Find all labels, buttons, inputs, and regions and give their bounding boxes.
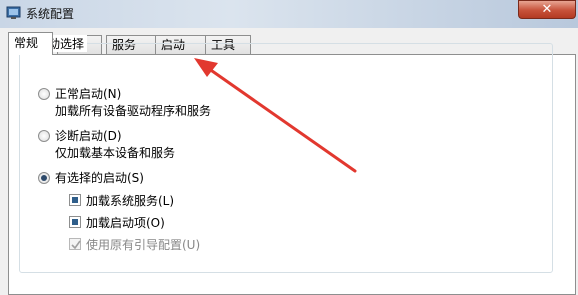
tab-general[interactable]: 常规 — [8, 32, 53, 55]
red-arrow-annotation — [194, 58, 357, 173]
tab-label: 常规 — [14, 36, 39, 50]
